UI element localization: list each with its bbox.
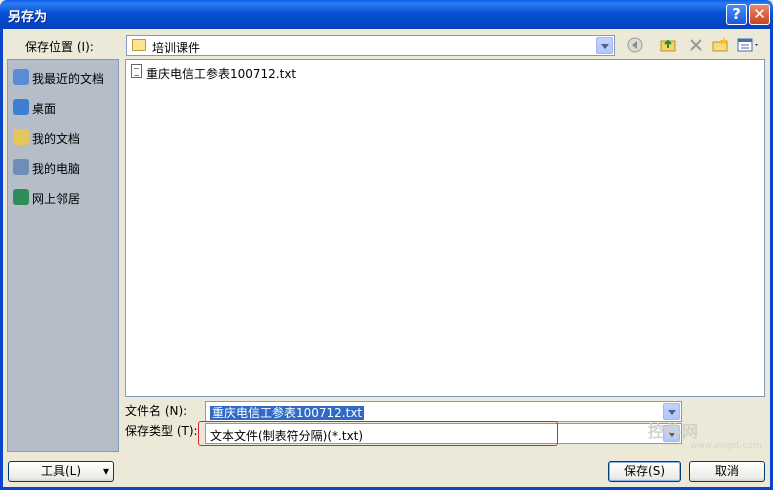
network-icon: [13, 189, 29, 205]
back-icon[interactable]: [626, 36, 644, 54]
file-list[interactable]: 重庆电信工参表100712.txt: [125, 59, 765, 397]
filename-value: 重庆电信工参表100712.txt: [210, 406, 365, 420]
places-bar: 我最近的文档 桌面 我的文档 我的电脑 网上邻居: [7, 59, 119, 452]
filename-input[interactable]: 重庆电信工参表100712.txt: [205, 401, 682, 422]
place-my-computer[interactable]: 我的电脑: [11, 154, 117, 180]
chevron-down-icon[interactable]: [596, 37, 613, 54]
text-file-icon: [131, 64, 142, 78]
place-desktop[interactable]: 桌面: [11, 94, 117, 120]
place-my-documents[interactable]: 我的文档: [11, 124, 117, 150]
file-item[interactable]: 重庆电信工参表100712.txt: [129, 63, 309, 81]
save-button[interactable]: 保存(S): [608, 461, 681, 482]
new-folder-icon[interactable]: [711, 36, 729, 54]
recent-documents-icon: [13, 69, 29, 85]
cancel-button[interactable]: 取消: [689, 461, 765, 482]
filetype-label: 保存类型 (T):: [125, 424, 198, 438]
window-title: 另存为: [8, 10, 48, 25]
place-recent-documents[interactable]: 我最近的文档: [11, 64, 117, 90]
title-bar[interactable]: 另存为 ? ✕: [0, 0, 773, 29]
watermark-sub: www.evget.com: [690, 441, 762, 451]
save-in-combo[interactable]: 培训课件: [126, 35, 615, 56]
save-in-label: 保存位置 (I):: [25, 40, 94, 54]
annotation-highlight-box: [198, 421, 558, 446]
desktop-icon: [13, 99, 29, 115]
up-folder-icon[interactable]: [659, 36, 677, 54]
delete-icon[interactable]: [687, 36, 705, 54]
filename-label: 文件名 (N):: [125, 404, 188, 418]
view-menu-icon[interactable]: [736, 36, 762, 54]
watermark: 控件网: [648, 422, 700, 441]
help-button[interactable]: ?: [726, 4, 747, 25]
folder-icon: [132, 39, 146, 51]
chevron-down-icon: ▾: [102, 464, 109, 478]
my-computer-icon: [13, 159, 29, 175]
save-in-value: 培训课件: [152, 41, 201, 55]
tools-button[interactable]: 工具(L) ▾: [8, 461, 114, 482]
close-button[interactable]: ✕: [749, 4, 770, 25]
place-network[interactable]: 网上邻居: [11, 184, 117, 210]
my-documents-icon: [13, 129, 29, 145]
